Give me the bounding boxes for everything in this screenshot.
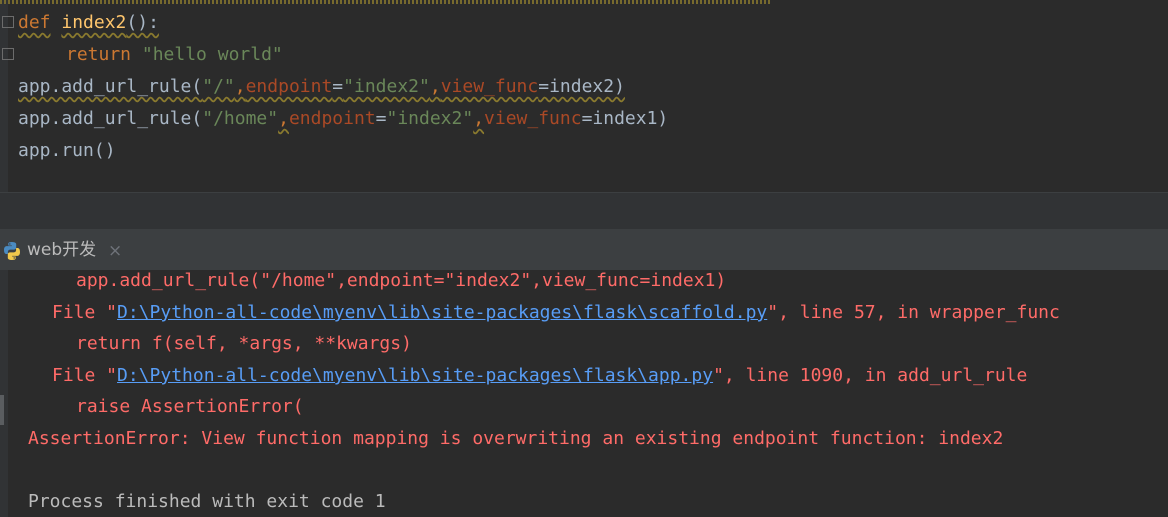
code-line-1[interactable]: def index2(): xyxy=(18,7,159,39)
code-text: =index2) xyxy=(538,76,625,97)
code-text: =index1) xyxy=(581,108,669,129)
console-line: File "D:\Python-all-code\myenv\lib\site-… xyxy=(52,297,1060,328)
fold-icon[interactable] xyxy=(2,48,14,60)
scroll-marker xyxy=(0,395,4,425)
code-line-2[interactable]: return "hello world" xyxy=(66,39,283,71)
code-text: (): xyxy=(126,12,159,33)
comma: , xyxy=(429,76,441,97)
console-text: File " xyxy=(52,365,118,386)
warning-underline xyxy=(0,0,770,4)
file-link[interactable]: D:\Python-all-code\myenv\lib\site-packag… xyxy=(117,302,767,323)
code-line-3[interactable]: app.add_url_rule("/",endpoint="index2",v… xyxy=(18,71,625,103)
string-literal: "index2" xyxy=(386,108,474,129)
console-line: raise AssertionError( xyxy=(76,396,304,417)
param-name: view_func xyxy=(484,108,582,129)
code-text: app.add_url_rule( xyxy=(18,76,203,97)
error-message: AssertionError: View function mapping is… xyxy=(28,428,1004,449)
comma: , xyxy=(234,76,246,97)
code-text: = xyxy=(332,76,344,97)
code-line-5[interactable]: app.run() xyxy=(18,135,116,167)
string-literal: "hello world" xyxy=(141,44,283,65)
console-line: File "D:\Python-all-code\myenv\lib\site-… xyxy=(52,360,1027,391)
close-icon[interactable]: × xyxy=(108,239,122,263)
run-tab-label[interactable]: web开发 xyxy=(27,238,96,262)
console-line: app.add_url_rule("/home",endpoint="index… xyxy=(76,270,727,291)
panel-splitter[interactable] xyxy=(0,193,1168,230)
comma: , xyxy=(278,108,289,129)
string-literal: "index2" xyxy=(343,76,430,97)
code-line-4[interactable]: app.add_url_rule("/home",endpoint="index… xyxy=(18,103,668,135)
console-text: ", line 1090, in add_url_rule xyxy=(713,365,1028,386)
python-icon xyxy=(4,242,20,260)
code-text: app.add_url_rule( xyxy=(18,108,203,129)
console-text: ", line 57, in wrapper_func xyxy=(767,302,1060,323)
string-literal: "/" xyxy=(202,76,235,97)
run-tab-bar: web开发 × xyxy=(0,230,1168,270)
fold-icon[interactable] xyxy=(2,16,14,28)
param-name: endpoint xyxy=(245,76,333,97)
keyword: def xyxy=(18,12,51,33)
keyword: return xyxy=(66,44,132,65)
process-finished-message: Process finished with exit code 1 xyxy=(28,491,386,512)
editor-gutter xyxy=(0,0,8,192)
string-literal: "/home" xyxy=(202,108,279,129)
function-name: index2 xyxy=(61,12,127,33)
code-editor[interactable]: def index2(): return "hello world" app.a… xyxy=(0,0,1168,193)
code-text: = xyxy=(375,108,387,129)
param-name: endpoint xyxy=(288,108,376,129)
file-link[interactable]: D:\Python-all-code\myenv\lib\site-packag… xyxy=(117,365,713,386)
console-gutter xyxy=(0,270,8,517)
console-line: return f(self, *args, **kwargs) xyxy=(76,333,412,354)
param-name: view_func xyxy=(440,76,539,97)
console-text: File " xyxy=(52,302,118,323)
console-output[interactable]: app.add_url_rule("/home",endpoint="index… xyxy=(0,270,1168,517)
comma: , xyxy=(473,108,485,129)
code-text: app.run() xyxy=(18,140,116,161)
